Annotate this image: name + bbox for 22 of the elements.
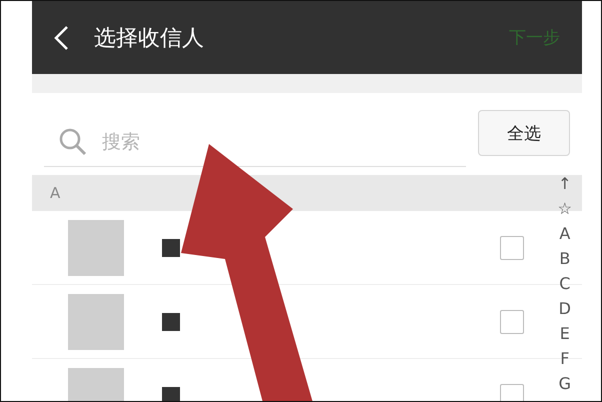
checkbox[interactable] xyxy=(500,310,524,334)
index-letter[interactable]: E xyxy=(560,321,570,346)
page-title: 选择收信人 xyxy=(94,24,205,52)
index-letter[interactable]: D xyxy=(558,296,571,321)
index-letter[interactable]: F xyxy=(560,346,570,371)
blurred-name xyxy=(162,312,180,330)
search-icon xyxy=(58,126,88,156)
section-letter: A xyxy=(50,184,60,202)
avatar-placeholder xyxy=(68,220,124,276)
checkbox[interactable] xyxy=(500,384,524,401)
index-letter[interactable]: A xyxy=(559,221,570,246)
index-letter[interactable]: ↑ xyxy=(558,171,572,196)
index-letter[interactable]: B xyxy=(559,246,570,271)
checkbox[interactable] xyxy=(500,236,524,260)
index-letter[interactable]: ☆ xyxy=(558,196,572,221)
index-letter[interactable]: G xyxy=(558,371,572,396)
blurred-name xyxy=(162,238,180,256)
blurred-name xyxy=(162,386,180,401)
back-icon[interactable] xyxy=(52,24,70,50)
select-all-button[interactable]: 全选 xyxy=(478,110,570,156)
index-letter[interactable]: C xyxy=(559,271,570,296)
avatar-placeholder xyxy=(68,294,124,350)
